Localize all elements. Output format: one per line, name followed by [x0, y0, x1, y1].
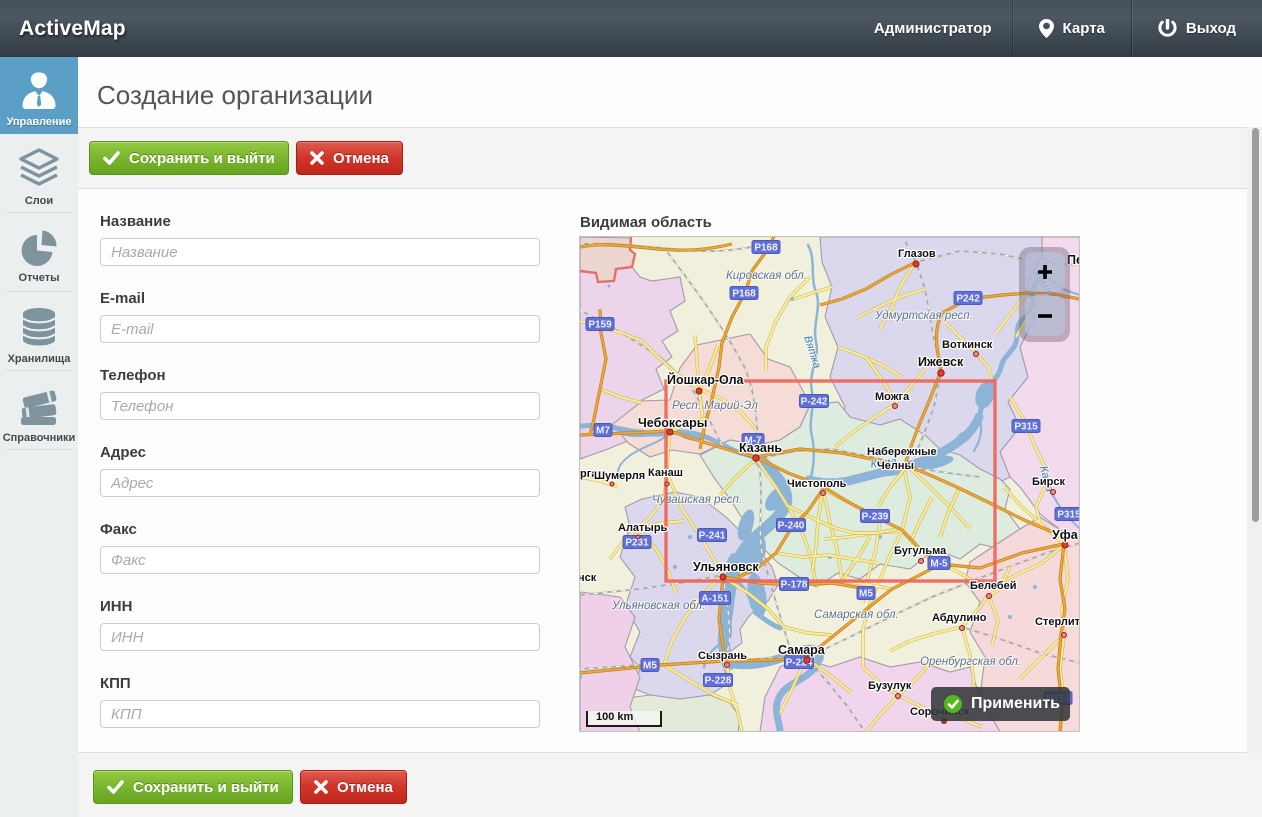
svg-text:Р-178: Р-178: [781, 580, 808, 591]
svg-text:Р315: Р315: [1057, 510, 1080, 521]
svg-text:Уфа: Уфа: [1052, 528, 1079, 542]
svg-text:Р-239: Р-239: [862, 512, 889, 523]
svg-text:Казань: Казань: [739, 441, 782, 455]
svg-text:Шумерля: Шумерля: [594, 470, 645, 482]
svg-text:Р168: Р168: [754, 243, 778, 254]
svg-text:Самарская обл.: Самарская обл.: [814, 609, 899, 621]
svg-text:Воткинск: Воткинск: [942, 339, 993, 351]
svg-text:М7: М7: [596, 426, 610, 437]
svg-text:М5: М5: [859, 589, 873, 600]
svg-text:Йошкар-Ола: Йошкар-Ола: [667, 372, 745, 387]
svg-text:Белебей: Белебей: [970, 580, 1017, 592]
svg-text:Р-241: Р-241: [699, 531, 726, 542]
svg-text:нск: нск: [580, 572, 597, 584]
svg-text:Р315: Р315: [1014, 422, 1038, 433]
svg-text:Ульяновская обл.: Ульяновская обл.: [611, 600, 705, 612]
svg-text:Стерлитамак: Стерлитамак: [1035, 616, 1080, 628]
svg-text:Р168: Р168: [732, 289, 756, 300]
svg-text:Р242: Р242: [956, 294, 980, 305]
svg-text:Удмуртская респ.: Удмуртская респ.: [874, 310, 973, 322]
svg-text:Р-240: Р-240: [778, 521, 805, 532]
svg-text:Чебоксары: Чебоксары: [638, 416, 707, 430]
svg-text:Самара: Самара: [778, 643, 826, 657]
svg-text:Чистополь: Чистополь: [787, 478, 847, 490]
svg-text:Бирск: Бирск: [1032, 476, 1066, 488]
svg-text:Челны: Челны: [877, 460, 914, 472]
svg-text:М-5: М-5: [930, 559, 948, 570]
svg-text:Можга: Можга: [875, 391, 910, 403]
svg-text:Респ. Марий-Эл: Респ. Марий-Эл: [672, 400, 758, 412]
svg-text:Глазов: Глазов: [898, 248, 936, 260]
svg-text:Р-242: Р-242: [801, 397, 828, 408]
svg-text:Кировская обл.: Кировская обл.: [726, 270, 807, 282]
svg-text:Ульяновск: Ульяновск: [693, 560, 759, 574]
svg-text:Р159: Р159: [588, 320, 612, 331]
svg-text:Сызрань: Сызрань: [698, 650, 747, 662]
svg-text:М5: М5: [643, 661, 657, 672]
svg-text:Канаш: Канаш: [648, 467, 683, 479]
svg-text:Ижевск: Ижевск: [918, 355, 964, 369]
svg-text:Р-228: Р-228: [705, 676, 732, 687]
svg-text:Оренбургская обл.: Оренбургская обл.: [920, 656, 1021, 668]
svg-text:Набережные: Набережные: [867, 446, 937, 458]
svg-text:Абдулино: Абдулино: [932, 612, 987, 624]
svg-text:Бузулук: Бузулук: [868, 680, 912, 692]
svg-text:Бугульма: Бугульма: [894, 545, 947, 557]
svg-text:А-151: А-151: [701, 594, 729, 605]
svg-text:Алатырь: Алатырь: [618, 522, 668, 534]
